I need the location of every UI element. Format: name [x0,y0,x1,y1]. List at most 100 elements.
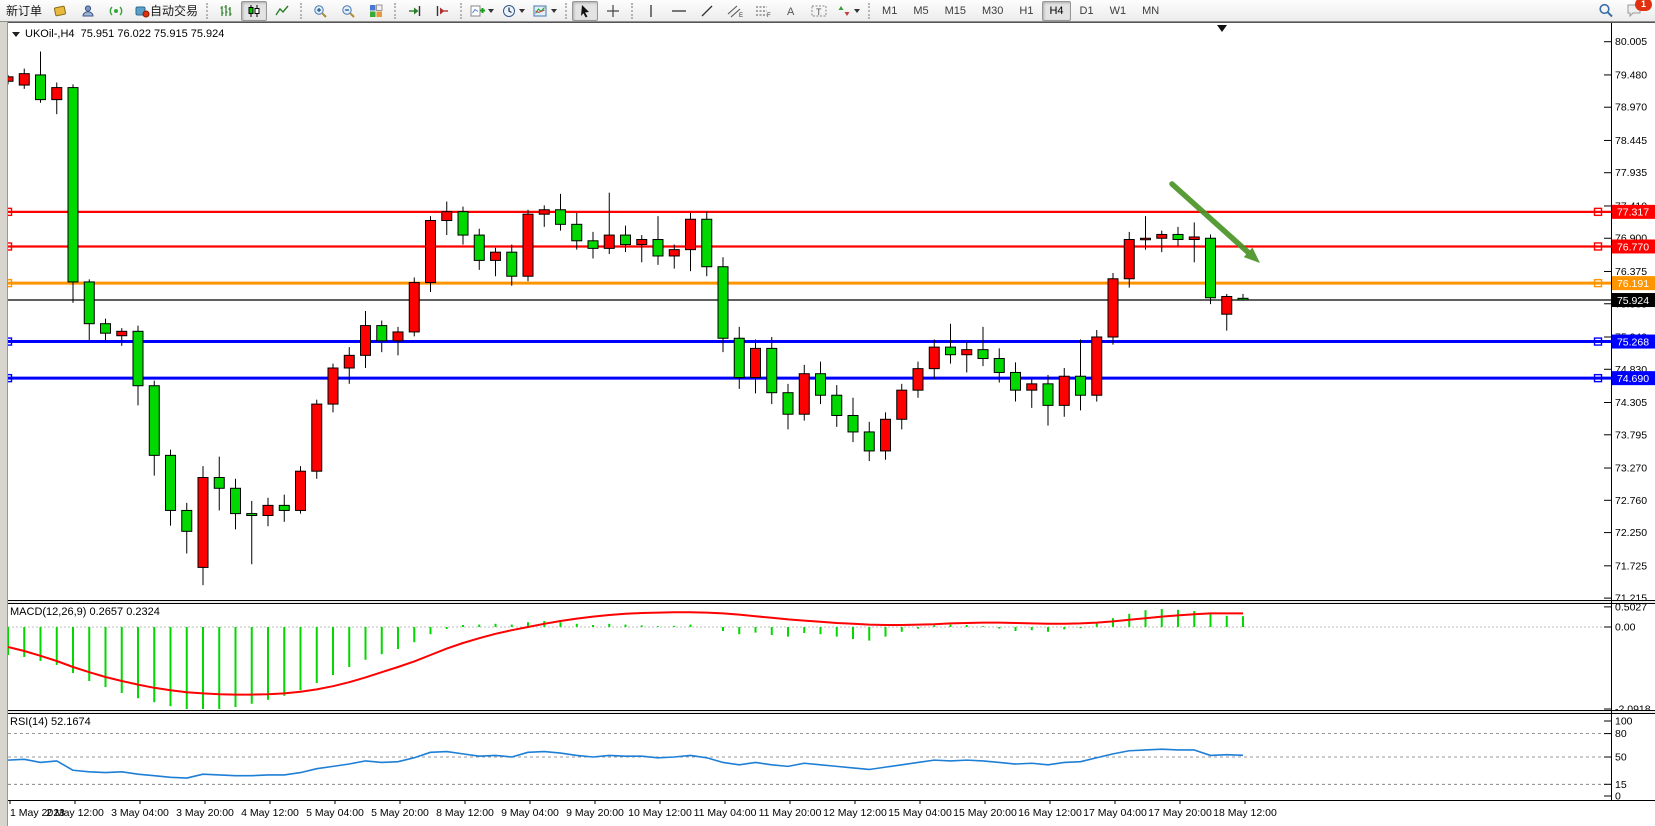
candlestick-chart-button[interactable] [241,1,267,21]
timeframe-m5[interactable]: M5 [906,1,935,21]
book-icon [53,4,68,18]
vertical-line-button[interactable] [638,1,664,21]
svg-text:17 May 20:00: 17 May 20:00 [1148,807,1212,819]
user-icon [81,4,96,18]
templates-button[interactable] [530,1,560,21]
fibonacci-button[interactable]: F [750,1,776,21]
tile-windows-icon [369,4,383,18]
line-chart-button[interactable] [269,1,295,21]
timeframe-group: M1M5M15M30H1H4D1W1MN [874,1,1167,21]
toolbar-grip [300,3,302,19]
svg-text:3 May 20:00: 3 May 20:00 [176,807,234,819]
autotrade-label: 自动交易 [150,2,198,19]
svg-text:9 May 04:00: 9 May 04:00 [501,807,559,819]
trend-line-button[interactable] [694,1,720,21]
svg-text:75.924: 75.924 [1617,295,1649,307]
timeframe-h4[interactable]: H4 [1042,1,1070,21]
timeframe-w1[interactable]: W1 [1103,1,1134,21]
vertical-line-icon [646,4,656,18]
notification-badge: 1 [1635,0,1652,11]
svg-text:3 May 04:00: 3 May 04:00 [111,807,169,819]
fibonacci-icon: F [755,4,771,18]
ohlc-bars-icon [219,4,233,18]
zoom-out-button[interactable] [335,1,361,21]
auto-scroll-button[interactable] [401,1,427,21]
svg-text:78.970: 78.970 [1615,102,1647,114]
new-order-button[interactable]: 新订单 [3,1,45,21]
svg-text:11 May 20:00: 11 May 20:00 [759,807,822,819]
text-box-button[interactable]: T [806,1,832,21]
zoom-in-icon [313,4,328,18]
cursor-button[interactable] [572,1,598,21]
text-box-icon: T [811,4,827,18]
svg-text:5 May 04:00: 5 May 04:00 [306,807,364,819]
signals-button[interactable] [103,1,129,21]
chart-shift-button[interactable] [429,1,455,21]
timeframe-mn[interactable]: MN [1135,1,1166,21]
template-icon [533,4,548,18]
svg-text:74.305: 74.305 [1615,397,1647,409]
add-indicator-button[interactable] [467,1,497,21]
zoom-out-icon [341,4,356,18]
horizontal-line-button[interactable] [666,1,692,21]
timeframe-h1[interactable]: H1 [1012,1,1040,21]
svg-text:15 May 04:00: 15 May 04:00 [888,807,952,819]
autotrade-button[interactable]: 自动交易 [131,1,201,21]
zoom-in-button[interactable] [307,1,333,21]
svg-text:8 May 12:00: 8 May 12:00 [436,807,494,819]
accounts-button[interactable] [75,1,101,21]
svg-text:5 May 20:00: 5 May 20:00 [371,807,429,819]
channel-button[interactable]: E [722,1,748,21]
toolbar-grip [394,3,396,19]
svg-text:76.191: 76.191 [1617,278,1649,290]
svg-text:18 May 12:00: 18 May 12:00 [1213,807,1277,819]
svg-text:2 May 12:00: 2 May 12:00 [46,807,104,819]
toolbar-grip [565,3,567,19]
chart-canvas[interactable]: 80.00579.48078.97078.44577.93577.41076.9… [0,0,1655,826]
auto-scroll-icon [407,4,422,18]
notifications-button[interactable]: 1 [1621,1,1647,21]
search-button[interactable] [1593,1,1619,21]
timeframe-m1[interactable]: M1 [875,1,904,21]
candlestick-icon [247,4,261,18]
periods-button[interactable] [499,1,528,21]
svg-text:79.480: 79.480 [1615,69,1647,81]
clock-icon [502,4,516,18]
trend-line-icon [700,4,714,18]
main-toolbar: 新订单 自动交易 [0,0,1655,22]
toolbar-grip [460,3,462,19]
timeframe-d1[interactable]: D1 [1073,1,1101,21]
svg-text:17 May 04:00: 17 May 04:00 [1083,807,1147,819]
svg-text:9 May 20:00: 9 May 20:00 [566,807,624,819]
toolbar-grip [631,3,633,19]
svg-text:A: A [787,6,795,18]
toolbar-grip [868,3,870,19]
svg-text:15: 15 [1615,779,1627,791]
bar-chart-button[interactable] [213,1,239,21]
timeframe-m15[interactable]: M15 [938,1,973,21]
horizontal-line-icon [671,4,687,18]
svg-text:71.725: 71.725 [1615,560,1647,572]
signal-icon [109,4,124,18]
autotrade-icon [134,4,150,18]
crosshair-button[interactable] [600,1,626,21]
tile-windows-button[interactable] [363,1,389,21]
text-label-button[interactable]: A [778,1,804,21]
svg-text:11 May 04:00: 11 May 04:00 [694,807,757,819]
chevron-down-icon [519,9,525,13]
svg-text:100: 100 [1615,716,1633,728]
svg-text:12 May 12:00: 12 May 12:00 [823,807,887,819]
svg-text:75.268: 75.268 [1617,336,1649,348]
toolbar-grip [206,3,208,19]
svg-text:50: 50 [1615,752,1627,764]
svg-text:16 May 12:00: 16 May 12:00 [1018,807,1082,819]
timeframe-m30[interactable]: M30 [975,1,1010,21]
equidistant-channel-icon: E [727,4,743,18]
window-left-edge [0,22,8,826]
svg-text:73.270: 73.270 [1615,463,1647,475]
cursor-arrow-icon [579,4,591,18]
svg-text:72.760: 72.760 [1615,495,1647,507]
arrows-button[interactable] [834,1,863,21]
market-watch-button[interactable] [47,1,73,21]
svg-text:77.317: 77.317 [1617,207,1649,219]
